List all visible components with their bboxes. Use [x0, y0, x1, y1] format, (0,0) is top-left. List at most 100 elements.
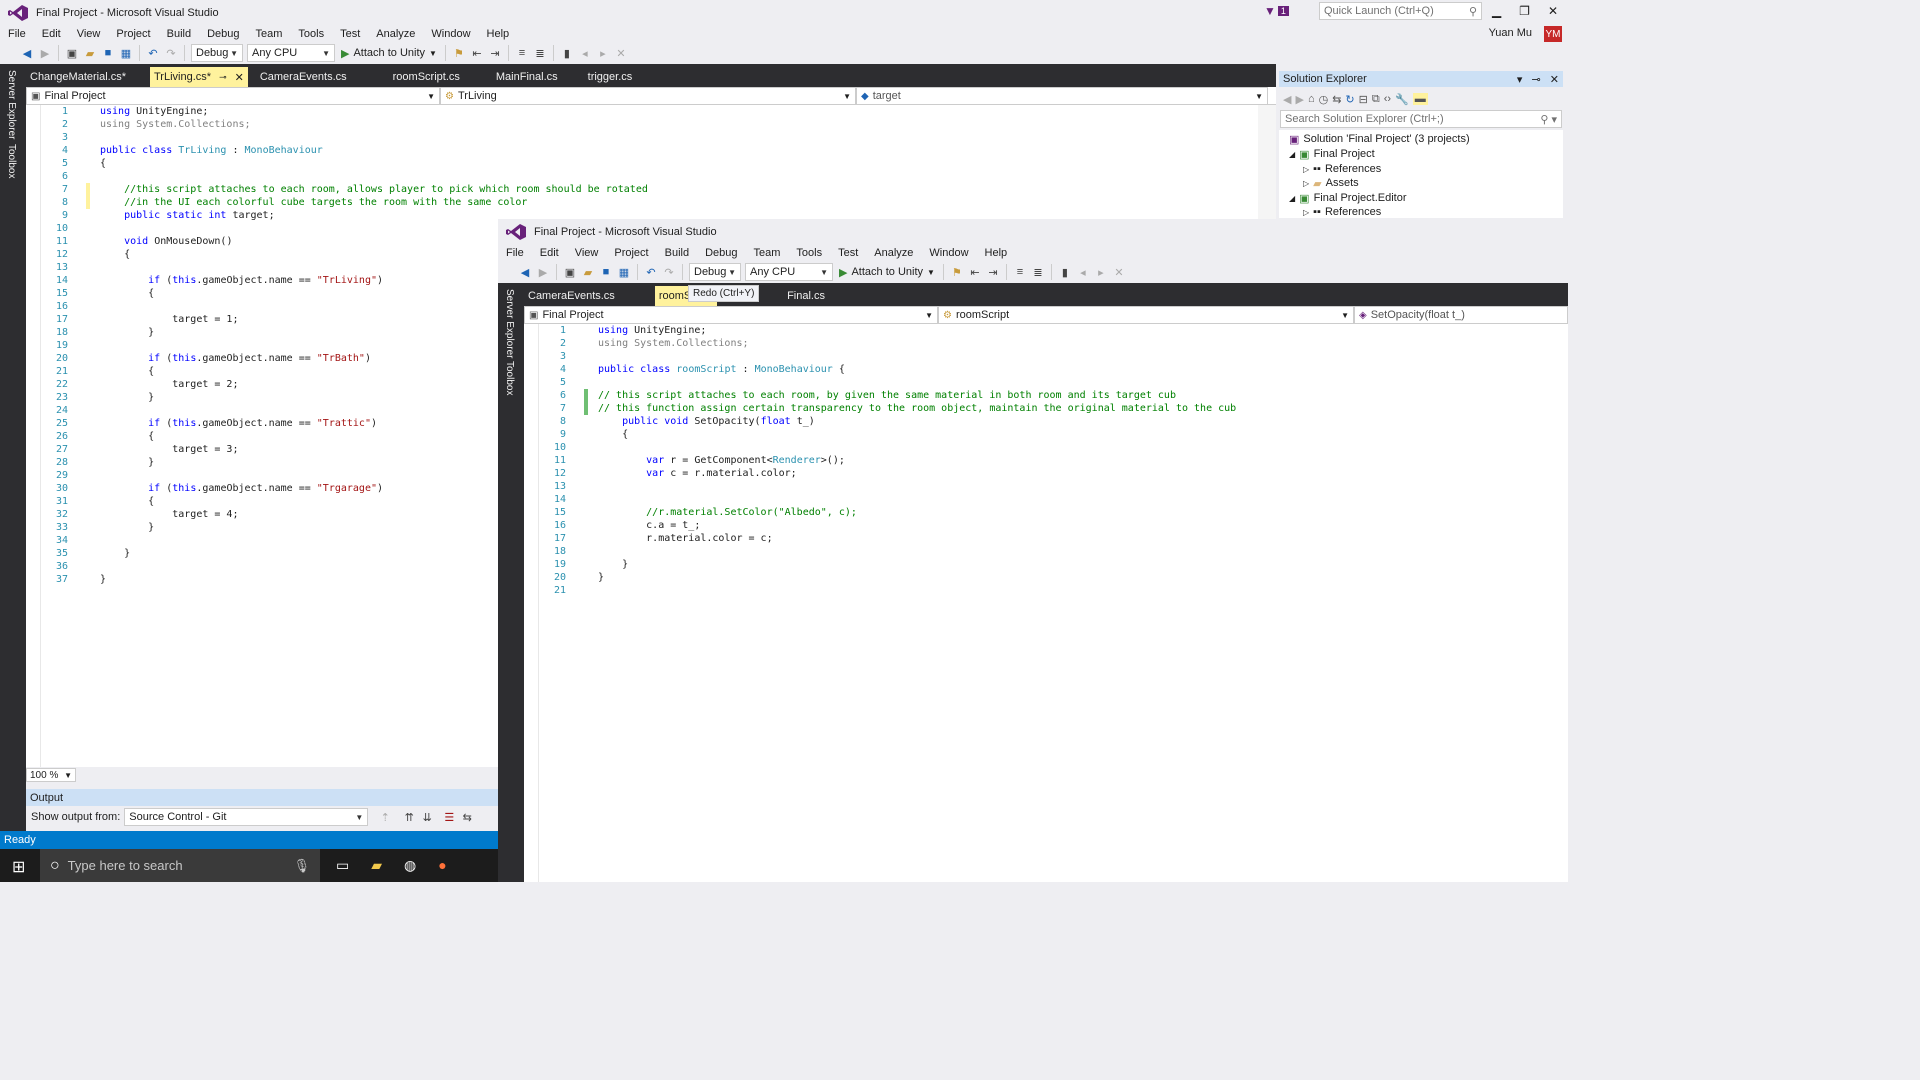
task-view-icon[interactable]: ▭ [336, 857, 349, 874]
menu-tools[interactable]: Tools [290, 28, 332, 40]
bookmark-icon[interactable]: ▮ [1058, 265, 1072, 279]
close-icon[interactable]: ✕ [235, 71, 244, 84]
code-editor[interactable]: 1 using UnityEngine; 2 using System.Collect… [524, 324, 1568, 882]
class-dropdown[interactable]: ⚙ roomScript ▼ [938, 306, 1354, 324]
code-line[interactable]: 3 [524, 350, 1568, 363]
forward-icon[interactable]: ▶ [536, 265, 550, 279]
code-line[interactable]: 4 public class TrLiving : MonoBehaviour [26, 144, 1258, 157]
menu-file[interactable]: File [498, 247, 532, 259]
menu-file[interactable]: File [0, 28, 34, 40]
undo-icon[interactable]: ↶ [644, 265, 658, 279]
code-line[interactable]: 8 public void SetOpacity(float t_) [524, 415, 1568, 428]
code-line[interactable]: 5{ [26, 157, 1258, 170]
tab-toolbox[interactable]: Toolbox [6, 144, 17, 178]
menu-debug[interactable]: Debug [697, 247, 745, 259]
menu-build[interactable]: Build [657, 247, 697, 259]
menu-view[interactable]: View [567, 247, 607, 259]
code-line[interactable]: 6 [26, 170, 1258, 183]
menu-test[interactable]: Test [332, 28, 368, 40]
save-all-icon[interactable]: ▦ [617, 265, 631, 279]
prev-bookmark-icon[interactable]: ◂ [578, 46, 592, 60]
code-line[interactable]: 6 // this script attaches to each room, b… [524, 389, 1568, 402]
code-line[interactable]: 8 //in the UI each colorful cube targets… [26, 196, 1258, 209]
bookmark-icon[interactable]: ▮ [560, 46, 574, 60]
find-icon[interactable]: ⚑ [452, 46, 466, 60]
code-line[interactable]: 15 //r.material.SetColor("Albedo", c); [524, 506, 1568, 519]
dropdown-icon[interactable]: ▾ [1517, 74, 1523, 86]
code-line[interactable]: 13 [524, 480, 1568, 493]
tree-item-references[interactable]: ▷ ▪▪ References [1303, 162, 1381, 176]
menu-edit[interactable]: Edit [34, 28, 69, 40]
new-project-icon[interactable]: ▣ [65, 46, 79, 60]
step-over-icon[interactable]: ⇥ [986, 265, 1000, 279]
menu-edit[interactable]: Edit [532, 247, 567, 259]
code-line[interactable]: 14 [524, 493, 1568, 506]
code-line[interactable]: 12 var c = r.material.color; [524, 467, 1568, 480]
code-line[interactable]: 3 [26, 131, 1258, 144]
code-line[interactable]: 1 using UnityEngine; [524, 324, 1568, 337]
menu-test[interactable]: Test [830, 247, 866, 259]
restore-icon[interactable]: ❐ [1519, 4, 1530, 18]
code-line[interactable]: 7 // this function assign certain transpa… [524, 402, 1568, 415]
forward-icon[interactable]: ▶ [38, 46, 52, 60]
next-bookmark-icon[interactable]: ▸ [1094, 265, 1108, 279]
back-icon[interactable]: ◀ [1283, 93, 1291, 106]
find-icon[interactable]: ⚑ [950, 265, 964, 279]
preview-icon[interactable]: ▬ [1412, 93, 1428, 105]
menu-project[interactable]: Project [606, 247, 656, 259]
attach-to-unity-button[interactable]: ▶ Attach to Unity ▼ [839, 266, 935, 279]
quick-launch-input[interactable]: Quick Launch (Ctrl+Q) ⚲ [1319, 2, 1482, 20]
tree-item-final-project[interactable]: ◢ ▣ Final Project [1289, 147, 1375, 161]
forward-icon[interactable]: ▶ [1295, 93, 1303, 106]
tab-cameraevents[interactable]: CameraEvents.cs [256, 67, 351, 87]
pin-icon[interactable]: ⊸ [219, 72, 227, 83]
code-line[interactable]: 17 r.material.color = c; [524, 532, 1568, 545]
code-line[interactable]: 2 using System.Collections; [26, 118, 1258, 131]
paint-icon[interactable]: ◍ [404, 857, 416, 874]
menu-analyze[interactable]: Analyze [368, 28, 423, 40]
code-line[interactable]: 5 [524, 376, 1568, 389]
solution-search-input[interactable]: Search Solution Explorer (Ctrl+;) ⚲ ▾ [1280, 110, 1562, 128]
save-icon[interactable]: ■ [101, 46, 115, 60]
project-dropdown[interactable]: ▣ Final Project ▼ [26, 87, 440, 105]
step-icon[interactable]: ⇤ [968, 265, 982, 279]
open-folder-icon[interactable]: ▰ [581, 265, 595, 279]
find-message-icon[interactable]: ⇡ [378, 810, 392, 824]
file-explorer-icon[interactable]: ▰ [371, 857, 382, 874]
home-icon[interactable]: ⌂ [1308, 93, 1315, 105]
menu-build[interactable]: Build [159, 28, 199, 40]
tab-cameraevents[interactable]: CameraEvents.cs [524, 286, 619, 306]
code-line[interactable]: 4 public class roomScript : MonoBehaviour… [524, 363, 1568, 376]
platform-select[interactable]: Any CPU ▼ [745, 263, 833, 281]
tree-item-solution[interactable]: ▣ Solution 'Final Project' (3 projects) [1289, 132, 1470, 146]
sync-icon[interactable]: ⇆ [1332, 93, 1341, 106]
code-line[interactable]: 18 [524, 545, 1568, 558]
tab-server-explorer[interactable]: Server Explorer [6, 70, 17, 139]
save-all-icon[interactable]: ▦ [119, 46, 133, 60]
code-line[interactable]: 21 [524, 584, 1568, 597]
save-icon[interactable]: ■ [599, 265, 613, 279]
code-line[interactable]: 16 c.a = t_; [524, 519, 1568, 532]
show-all-icon[interactable]: ⧉ [1372, 93, 1380, 106]
menu-team[interactable]: Team [746, 247, 789, 259]
member-dropdown[interactable]: ◆ target ▼ [856, 87, 1268, 105]
tab-toolbox[interactable]: Toolbox [504, 361, 515, 395]
windows-start-icon[interactable]: ⊞ [12, 857, 25, 877]
code-line[interactable]: 10 [524, 441, 1568, 454]
view-code-icon[interactable]: ‹› [1384, 93, 1391, 105]
class-dropdown[interactable]: ⚙ TrLiving ▼ [440, 87, 856, 105]
menu-window[interactable]: Window [921, 247, 976, 259]
tab-changematerial[interactable]: ChangeMaterial.cs* [26, 67, 130, 87]
zoom-select[interactable]: 100 % ▼ [26, 768, 76, 782]
minimize-icon[interactable]: ▁ [1492, 4, 1501, 18]
code-line[interactable]: 11 var r = GetComponent<Renderer>(); [524, 454, 1568, 467]
code-line[interactable]: 9 { [524, 428, 1568, 441]
close-icon[interactable]: ✕ [1550, 74, 1559, 86]
code-line[interactable]: 1 using UnityEngine; [26, 105, 1258, 118]
tab-roomscript[interactable]: roomScript.cs [389, 67, 464, 87]
menu-tools[interactable]: Tools [788, 247, 830, 259]
tab-mainfinal[interactable]: MainFinal.cs [492, 67, 562, 87]
clear-bookmarks-icon[interactable]: ✕ [614, 46, 628, 60]
user-name[interactable]: Yuan Mu [1489, 27, 1532, 39]
menu-team[interactable]: Team [248, 28, 291, 40]
